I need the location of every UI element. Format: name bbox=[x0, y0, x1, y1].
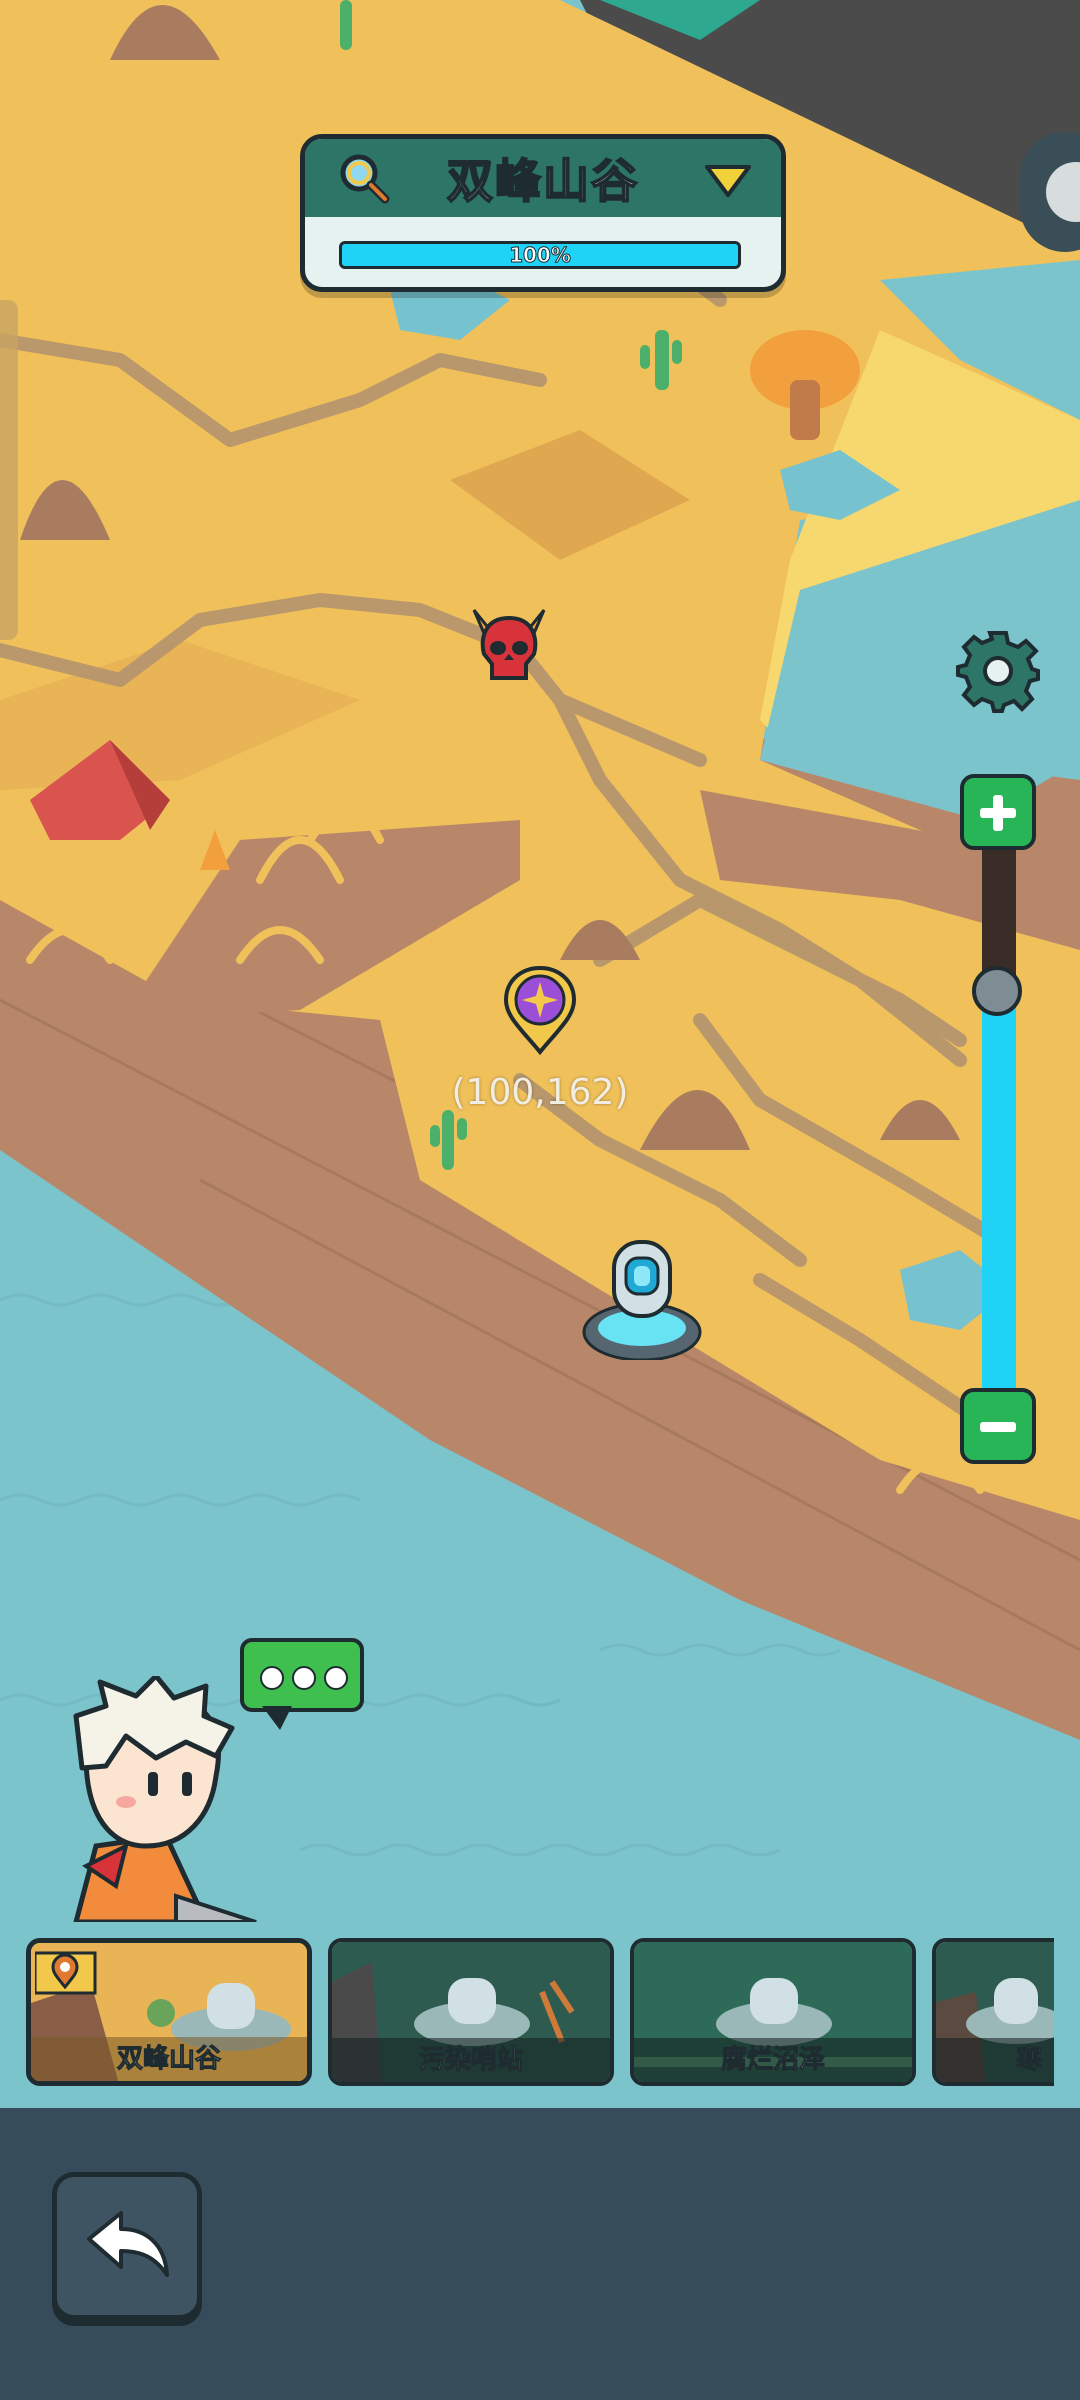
map-coordinate-label: (100,162) bbox=[451, 1072, 629, 1113]
teleport-stone-icon[interactable] bbox=[580, 1236, 704, 1360]
side-round-button[interactable] bbox=[1020, 132, 1080, 252]
search-icon[interactable] bbox=[333, 149, 391, 207]
chevron-down-icon[interactable] bbox=[703, 161, 753, 201]
gear-icon[interactable] bbox=[955, 628, 1041, 714]
region-header-bar: 双峰山谷 bbox=[305, 139, 781, 217]
zoom-slider-track[interactable] bbox=[982, 840, 1016, 1400]
region-card-rotten-swamp[interactable]: 腐烂沼泽 bbox=[630, 1938, 916, 2086]
zoom-slider-handle[interactable] bbox=[972, 966, 1022, 1017]
location-pin-icon bbox=[35, 1951, 97, 1995]
region-card-label: 腐烂沼泽 bbox=[634, 2038, 912, 2082]
region-header: 双峰山谷 100% bbox=[300, 134, 786, 292]
region-card-label: 污染哨站 bbox=[332, 2038, 610, 2082]
region-card-label: 双峰山谷 bbox=[31, 2037, 307, 2081]
region-card-polluted-outpost[interactable]: 污染哨站 bbox=[328, 1938, 614, 2086]
demon-skull-icon[interactable] bbox=[466, 604, 552, 684]
region-card-label: 寒 bbox=[936, 2038, 1054, 2082]
zoom-out-button[interactable] bbox=[960, 1388, 1036, 1464]
exploration-progress-bar: 100% bbox=[339, 241, 741, 269]
portal-pin-icon[interactable] bbox=[502, 964, 578, 1056]
dialog-bubble-button[interactable] bbox=[240, 1638, 364, 1712]
region-card-frozen[interactable]: 寒 bbox=[932, 1938, 1054, 2086]
zoom-slider-fill bbox=[982, 991, 1016, 1400]
dialog-bubble-tail bbox=[262, 1706, 292, 1730]
back-arrow-icon bbox=[87, 2211, 169, 2277]
region-card-twin-peak-valley[interactable]: 双峰山谷 bbox=[26, 1938, 312, 2086]
exploration-progress-label: 100% bbox=[509, 243, 572, 268]
region-title: 双峰山谷 bbox=[446, 153, 639, 209]
side-panel-tab[interactable] bbox=[0, 300, 18, 640]
back-button[interactable] bbox=[52, 2172, 202, 2320]
region-selector[interactable]: 双峰山谷 污染哨站 腐烂沼泽 寒 bbox=[26, 1938, 1054, 2086]
zoom-in-button[interactable] bbox=[960, 774, 1036, 850]
hero-avatar[interactable] bbox=[56, 1676, 276, 1922]
